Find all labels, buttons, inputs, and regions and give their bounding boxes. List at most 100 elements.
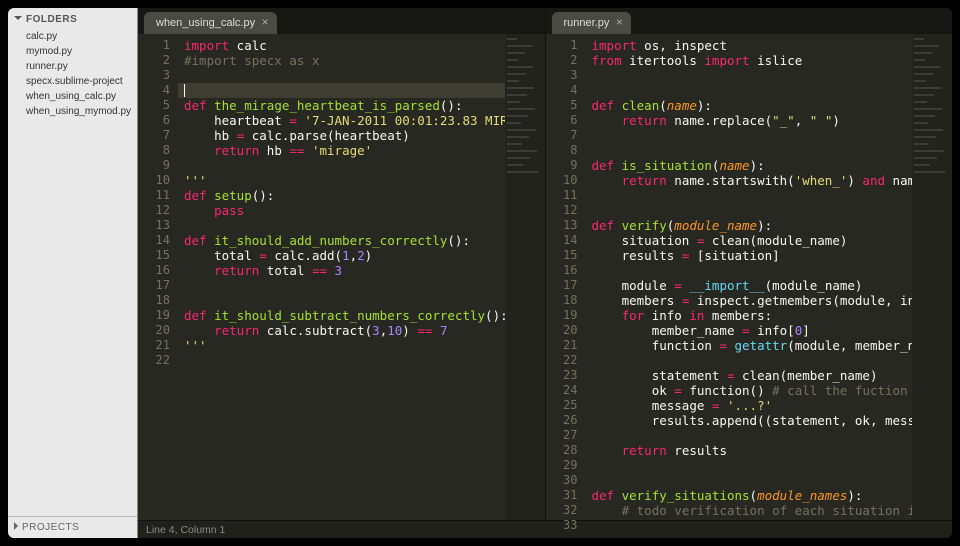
line-number: 18 (546, 293, 586, 308)
chevron-down-icon (14, 16, 22, 20)
close-icon[interactable]: × (259, 16, 271, 28)
code-line: module = __import__(module_name) (592, 278, 909, 293)
line-number: 18 (138, 293, 178, 308)
code-line: statement = clean(member_name) (592, 368, 909, 383)
editor-tab[interactable]: runner.py× (552, 12, 632, 34)
line-number: 32 (546, 503, 586, 518)
code-line: results = [situation] (592, 248, 909, 263)
line-number: 6 (138, 113, 178, 128)
line-number: 10 (138, 173, 178, 188)
code-line (184, 68, 501, 83)
tab-label: when_using_calc.py (156, 17, 255, 29)
line-number: 7 (138, 128, 178, 143)
code-line (592, 128, 909, 143)
line-number: 2 (546, 53, 586, 68)
line-number: 13 (138, 218, 178, 233)
line-number: 17 (546, 278, 586, 293)
code-line: def it_should_subtract_numbers_correctly… (184, 308, 501, 323)
code-line (184, 158, 501, 173)
line-number: 26 (546, 413, 586, 428)
line-number: 13 (546, 218, 586, 233)
line-number: 6 (546, 113, 586, 128)
code-line: for info in members: (592, 308, 909, 323)
sidebar-file[interactable]: mymod.py (26, 44, 131, 59)
line-number: 19 (546, 308, 586, 323)
code-line: import calc (184, 38, 501, 53)
chevron-right-icon (14, 522, 18, 530)
tab-bar: runner.py× (546, 8, 953, 34)
sidebar: FOLDERS calc.pymymod.pyrunner.pyspecx.su… (8, 8, 138, 538)
line-number: 14 (138, 233, 178, 248)
line-number: 7 (546, 128, 586, 143)
code-line: members = inspect.getmembers(module, ins… (592, 293, 909, 308)
line-gutter: 1234567891011121314151617181920212223242… (546, 34, 586, 520)
code-area[interactable]: import calc#import specx as xdef the_mir… (178, 34, 505, 520)
code-line (184, 293, 501, 308)
line-number: 24 (546, 383, 586, 398)
code-line: def verify(module_name): (592, 218, 909, 233)
line-number: 1 (546, 38, 586, 53)
line-number: 22 (138, 353, 178, 368)
code-line: def it_should_add_numbers_correctly(): (184, 233, 501, 248)
text-cursor (184, 84, 185, 97)
code-line (592, 473, 909, 488)
editor-tab[interactable]: when_using_calc.py × (144, 12, 277, 34)
minimap[interactable] (912, 34, 952, 520)
line-number: 30 (546, 473, 586, 488)
code-line: ok = function() # call the fuction (592, 383, 909, 398)
sidebar-file[interactable]: runner.py (26, 59, 131, 74)
window-body: FOLDERS calc.pymymod.pyrunner.pyspecx.su… (8, 8, 952, 538)
code-line (592, 83, 909, 98)
code-line: def clean(name): (592, 98, 909, 113)
line-number: 11 (138, 188, 178, 203)
minimap[interactable] (505, 34, 545, 520)
sidebar-file[interactable]: when_using_mymod.py (26, 104, 131, 119)
code-line: import os, inspect (592, 38, 909, 53)
line-number: 9 (138, 158, 178, 173)
line-number: 1 (138, 38, 178, 53)
code-line: from itertools import islice (592, 53, 909, 68)
code-line: function = getattr(module, member_name) (592, 338, 909, 353)
status-cursor-pos: Line 4, Column 1 (146, 524, 225, 536)
code-line (184, 353, 501, 368)
line-number: 17 (138, 278, 178, 293)
sidebar-file[interactable]: when_using_calc.py (26, 89, 131, 104)
editor-area: when_using_calc.py×123456789101112131415… (138, 8, 952, 538)
line-number: 5 (138, 98, 178, 113)
editor: 1234567891011121314151617181920212223242… (546, 34, 953, 520)
code-line: #import specx as x (184, 53, 501, 68)
line-number: 14 (546, 233, 586, 248)
code-line: # todo verification of each situation in… (592, 503, 909, 518)
code-line: return results (592, 443, 909, 458)
code-line: hb = calc.parse(heartbeat) (184, 128, 501, 143)
editor: 12345678910111213141516171819202122impor… (138, 34, 545, 520)
code-line (592, 353, 909, 368)
code-line (592, 203, 909, 218)
line-number: 4 (546, 83, 586, 98)
code-line (184, 278, 501, 293)
line-number: 15 (138, 248, 178, 263)
line-number: 2 (138, 53, 178, 68)
sidebar-file[interactable]: specx.sublime-project (26, 74, 131, 89)
line-number: 16 (546, 263, 586, 278)
editor-pane: when_using_calc.py×123456789101112131415… (138, 8, 545, 520)
line-number: 11 (546, 188, 586, 203)
sidebar-folders-header[interactable]: FOLDERS (8, 8, 137, 29)
code-area[interactable]: import os, inspectfrom itertools import … (586, 34, 913, 520)
sidebar-folders-label: FOLDERS (26, 14, 77, 25)
sidebar-file[interactable]: calc.py (26, 29, 131, 44)
code-line: def is_situation(name): (592, 158, 909, 173)
line-number: 21 (138, 338, 178, 353)
line-number: 28 (546, 443, 586, 458)
line-gutter: 12345678910111213141516171819202122 (138, 34, 178, 520)
sidebar-file-list: calc.pymymod.pyrunner.pyspecx.sublime-pr… (8, 29, 137, 516)
close-icon[interactable]: × (613, 16, 625, 28)
code-line: ''' (184, 338, 501, 353)
line-number: 4 (138, 83, 178, 98)
code-line: return calc.subtract(3,10) == 7 (184, 323, 501, 338)
line-number: 3 (546, 68, 586, 83)
code-line (592, 428, 909, 443)
code-line (592, 68, 909, 83)
code-line (184, 218, 501, 233)
sidebar-projects-toggle[interactable]: PROJECTS (8, 516, 137, 538)
